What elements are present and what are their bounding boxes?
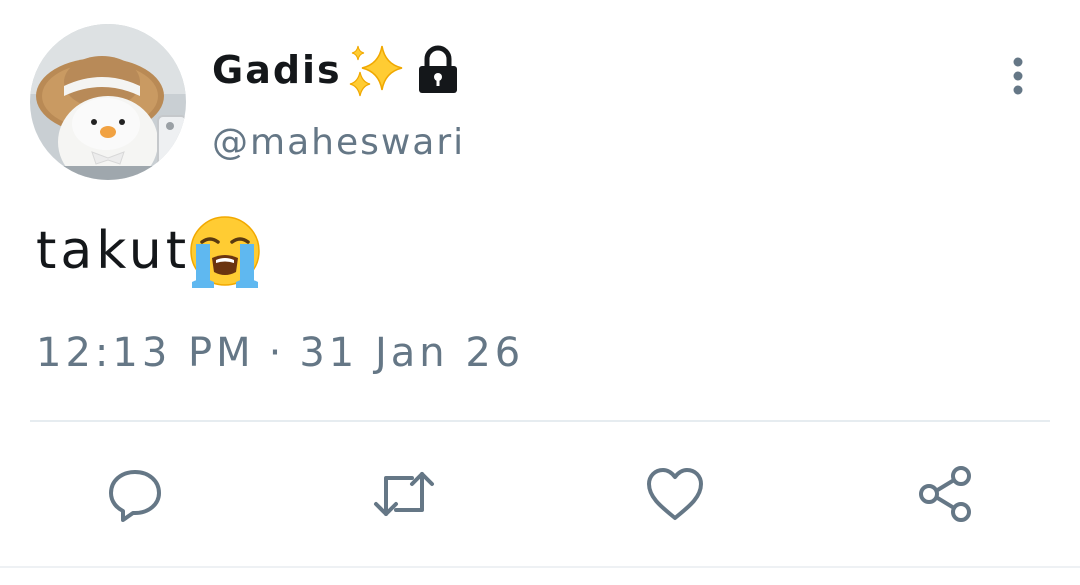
tweet-text: takut [36, 214, 262, 288]
more-options-button[interactable] [996, 52, 1040, 100]
sparkles-icon [346, 42, 408, 98]
avatar[interactable] [30, 24, 186, 180]
tweet-time: 12:13 PM [36, 330, 255, 376]
retweet-button[interactable] [372, 462, 436, 526]
lock-icon [416, 45, 460, 95]
like-button[interactable] [643, 462, 707, 526]
share-button[interactable] [913, 462, 977, 526]
share-icon [919, 466, 971, 522]
divider [30, 420, 1050, 422]
display-name[interactable]: Gadis [212, 42, 460, 98]
loudly-crying-face-icon [188, 214, 262, 288]
speech-bubble-icon [109, 470, 161, 522]
tweet-text-content: takut [36, 221, 191, 281]
vertical-dots-icon [1013, 57, 1023, 95]
timestamp-separator: · [268, 330, 286, 376]
avatar-image [30, 24, 186, 180]
heart-icon [647, 468, 703, 520]
timestamp[interactable]: 12:13 PM · 31 Jan 26 [36, 330, 524, 376]
tweet-date: 31 Jan 26 [299, 330, 525, 376]
bottom-divider [0, 566, 1080, 568]
retweet-arrows-icon [374, 472, 434, 516]
username[interactable]: @maheswari [212, 122, 465, 163]
reply-button[interactable] [103, 462, 167, 526]
tweet-card: Gadis @maheswari takut 12:13 PM · 31 Jan… [0, 0, 1080, 585]
display-name-text: Gadis [212, 48, 342, 92]
